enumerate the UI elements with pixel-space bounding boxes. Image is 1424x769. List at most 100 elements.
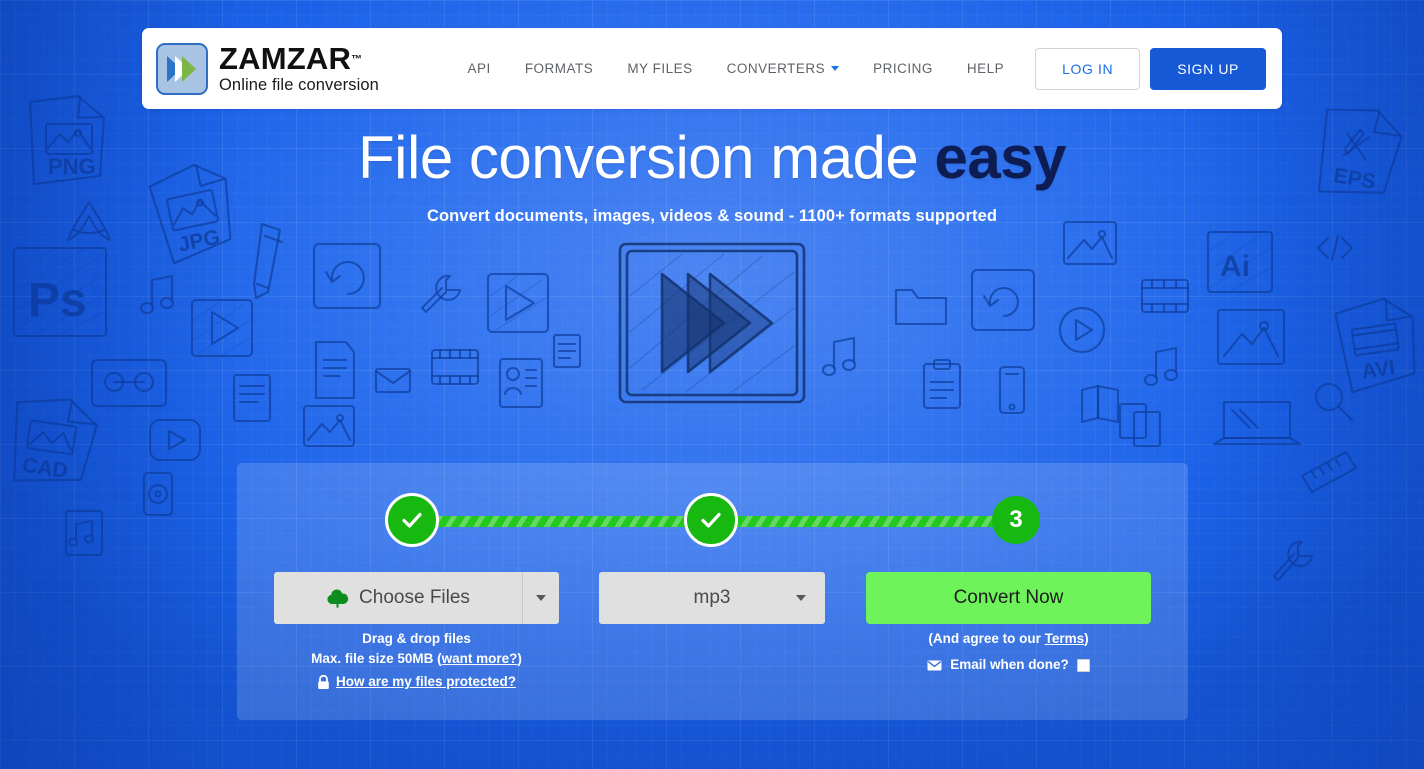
doodle-refresh-circle-right <box>970 268 1036 332</box>
progress-steps: 3 <box>385 493 1040 547</box>
brand-name: ZAMZAR <box>219 41 352 77</box>
doodle-magnifier <box>1314 382 1354 422</box>
padlock-icon <box>317 674 330 690</box>
step-2-complete <box>684 493 738 547</box>
progress-bar-2 <box>725 516 1015 527</box>
doodle-cassette <box>90 358 168 408</box>
doodle-music-note <box>139 274 175 315</box>
svg-text:Ai: Ai <box>1220 250 1250 283</box>
convert-now-button[interactable]: Convert Now <box>866 572 1151 624</box>
page-root: PNG JPG Ps CAD EPS Ai AVI ZAMZAR™ Online… <box>0 0 1424 769</box>
terms-agreement: (And agree to our Terms) <box>866 629 1151 649</box>
svg-text:AVI: AVI <box>1360 356 1396 383</box>
nav-item-my-files[interactable]: MY FILES <box>610 51 709 86</box>
brand-text: ZAMZAR™ Online file conversion <box>219 43 379 94</box>
nav-item-formats[interactable]: FORMATS <box>508 51 611 86</box>
doodle-ruler <box>1300 450 1358 494</box>
doodle-clipboard-2 <box>1118 402 1162 448</box>
nav-label: API <box>467 61 491 76</box>
doodle-wrench <box>420 274 462 314</box>
chevron-down-icon <box>796 595 806 601</box>
doodle-play-box <box>486 272 550 334</box>
doodle-laptop <box>1212 400 1302 446</box>
hero-title-plain: File conversion made <box>358 124 935 191</box>
target-format-select[interactable]: mp3 <box>599 572 825 624</box>
target-format-value: mp3 <box>693 587 731 608</box>
choose-files-control: Choose Files <box>274 572 559 624</box>
doodle-image-doc-right <box>1216 308 1286 366</box>
page-title: File conversion made easy <box>0 128 1424 188</box>
trademark-symbol: ™ <box>351 53 363 66</box>
double-chevron-logo-icon <box>156 42 208 95</box>
max-size-hint: Max. file size 50MB (want more?) <box>274 649 559 669</box>
files-protected-row: How are my files protected? <box>274 672 559 692</box>
nav-item-api[interactable]: API <box>451 51 508 86</box>
doodle-video-clip-right <box>1140 278 1190 314</box>
terms-link[interactable]: Terms <box>1045 631 1085 646</box>
progress-bar-1 <box>423 516 691 527</box>
want-more-link[interactable]: want more? <box>442 651 518 666</box>
email-when-done-checkbox[interactable] <box>1076 658 1090 672</box>
hero-subtitle: Convert documents, images, videos & soun… <box>426 207 998 225</box>
choose-files-dropdown-toggle[interactable] <box>522 572 559 624</box>
doodle-ps-square: Ps <box>12 246 108 338</box>
max-size-prefix: Max. file size 50MB ( <box>311 651 442 666</box>
email-when-done-row: Email when done? <box>866 655 1151 675</box>
doodle-image-frame <box>302 404 356 448</box>
chevron-down-icon <box>831 66 840 71</box>
doodle-ai-square: Ai <box>1206 230 1274 294</box>
svg-text:Ps: Ps <box>28 274 87 327</box>
drag-drop-hint: Drag & drop files <box>362 631 471 646</box>
upload-helper-text: Drag & drop files Max. file size 50MB (w… <box>274 629 559 692</box>
doodle-clipboard <box>922 358 962 410</box>
chevron-down-icon <box>536 595 546 601</box>
terms-prefix: (And agree to our <box>928 631 1045 646</box>
nav-item-pricing[interactable]: PRICING <box>856 51 950 86</box>
doodle-cad-file: CAD <box>13 398 98 483</box>
nav-item-converters[interactable]: CONVERTERS <box>710 51 857 86</box>
doodle-folder <box>894 288 948 326</box>
envelope-icon <box>927 660 942 671</box>
doodle-code-brackets <box>1316 234 1354 262</box>
step-3-number: 3 <box>1009 506 1023 533</box>
files-protected-link[interactable]: How are my files protected? <box>336 672 516 692</box>
conversion-card: 3 Choose Files mp3 Convert Now Drag & dr… <box>237 463 1188 720</box>
doodle-pencil <box>252 222 284 300</box>
main-navigation: API FORMATS MY FILES CONVERTERS PRICING … <box>451 47 1266 90</box>
brand-tagline: Online file conversion <box>219 76 379 95</box>
max-size-suffix: ) <box>517 651 522 666</box>
nav-item-help[interactable]: HELP <box>950 51 1021 86</box>
doodle-video-clip <box>430 348 480 386</box>
doodle-play-triangle <box>190 298 254 358</box>
cloud-upload-icon <box>327 588 349 608</box>
doodle-avi-file: AVI <box>1334 297 1416 394</box>
nav-label: FORMATS <box>524 61 594 76</box>
doodle-music-note-right-2 <box>1143 346 1179 387</box>
svg-text:CAD: CAD <box>21 454 69 483</box>
login-button[interactable]: LOG IN <box>1035 47 1141 90</box>
doodle-small-doc <box>552 333 582 369</box>
email-when-done-label: Email when done? <box>950 657 1069 672</box>
nav-label: MY FILES <box>627 61 693 76</box>
nav-label: PRICING <box>873 61 933 76</box>
doodle-media-play <box>148 418 202 462</box>
choose-files-button[interactable]: Choose Files <box>274 572 522 624</box>
terms-helper-text: (And agree to our Terms) Email when done… <box>866 629 1151 675</box>
doodle-envelope-left <box>374 367 412 394</box>
doodle-audio-doc <box>64 509 104 557</box>
doodle-play-round-right <box>1058 306 1106 354</box>
doodle-refresh-square <box>312 242 382 310</box>
doodle-text-doc <box>314 340 356 400</box>
signup-button[interactable]: SIGN UP <box>1150 47 1266 90</box>
svg-text:JPG: JPG <box>176 225 222 256</box>
nav-label: HELP <box>966 61 1005 76</box>
step-1-complete <box>385 493 439 547</box>
doodle-scan-doc <box>232 373 272 423</box>
doodle-music-player <box>142 471 174 517</box>
hero-section: File conversion made easy Convert docume… <box>0 128 1424 404</box>
fast-forward-sketch-icon <box>618 242 806 404</box>
check-icon <box>701 512 721 528</box>
choose-files-label: Choose Files <box>359 587 470 608</box>
check-icon <box>402 512 422 528</box>
brand-logo[interactable]: ZAMZAR™ Online file conversion <box>156 42 379 95</box>
